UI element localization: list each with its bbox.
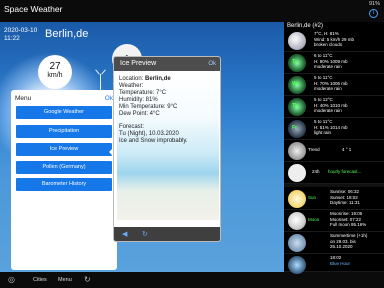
- ice-preview-ok-button[interactable]: Ok: [208, 61, 216, 67]
- light-rain-icon: [288, 120, 306, 138]
- ice-preview-content: Location: Berlin,de Weather: Temperature…: [117, 74, 219, 220]
- turbine-blade: [101, 69, 106, 75]
- title-bar: Space Weather 91% i: [0, 0, 384, 22]
- menu-item-ice-preview[interactable]: Ice Preview: [16, 143, 112, 156]
- astro-row-blue-hour[interactable]: 18:02 Blue Hour: [284, 254, 384, 274]
- app-title: Space Weather: [4, 4, 63, 14]
- location-title: Berlin,de: [45, 28, 89, 40]
- menu-ok-button[interactable]: Ok: [105, 95, 113, 102]
- menu-item-google-weather[interactable]: Google Weather: [16, 106, 112, 119]
- astro-row-sun[interactable]: Sun Sunrise: 06:32 Sunset: 18:02 Daytime…: [284, 188, 384, 210]
- forecast-row-th[interactable]: Th 5 to 12°C H: 40% 1010 mb moderate rai…: [284, 96, 384, 118]
- ice-preview-header: Ice Preview Ok: [114, 57, 220, 71]
- locations-icon[interactable]: ◎: [8, 275, 15, 284]
- moon-icon: [288, 212, 306, 230]
- menu-popover: Menu Ok Google Weather Precipitation Ice…: [11, 90, 117, 270]
- sidebar-title: Berlin,de (#2): [287, 23, 324, 29]
- menu-item-pollen[interactable]: Pollen (Germany): [16, 161, 112, 174]
- ice-preview-toolbar: ◀ ↻: [114, 227, 220, 241]
- menu-title: Menu: [15, 95, 32, 102]
- globe-icon: [288, 234, 306, 252]
- trend-icon: [288, 142, 306, 160]
- tab-menu[interactable]: Menu: [58, 277, 72, 283]
- ice-preview-title: Ice Preview: [120, 60, 157, 67]
- section-divider: [284, 184, 384, 187]
- menu-item-barometer-history[interactable]: Barometer History: [16, 178, 112, 191]
- ice-preview-text: Location: Berlin,de Weather: Temperature…: [119, 76, 188, 144]
- astro-row-moon[interactable]: Moon Moonrise: 19:05 Moonset: 07:22 Full…: [284, 210, 384, 232]
- wind-bubble[interactable]: 27 km/h: [38, 55, 72, 89]
- astro-row-summertime[interactable]: Summertime (+1h) on 29.03. bis 25.10.202…: [284, 232, 384, 254]
- forecast-row-we[interactable]: We 5 to 11°C H: 70% 1006 mb moderate rai…: [284, 74, 384, 96]
- wind-unit: km/h: [47, 72, 63, 79]
- bottom-tab-bar: ◎ Cities Menu ↻: [0, 272, 384, 288]
- date-time: 2020-03-10 11:22: [4, 27, 38, 42]
- cloud-icon: [288, 32, 306, 50]
- forecast-row-trend[interactable]: Trend 4 ° 1: [284, 140, 384, 162]
- trend-value: 4 ° 1: [342, 147, 352, 152]
- ice-preview-popover: Ice Preview Ok Location: Berlin,de Weath…: [113, 56, 221, 242]
- status-indicator: 91%: [368, 1, 380, 7]
- refresh-icon[interactable]: ↻: [84, 275, 91, 284]
- menu-item-precipitation[interactable]: Precipitation: [16, 125, 112, 138]
- forecast-sidebar: Berlin,de (#2) 7°C, H: 81% Wind: 5 km/h …: [284, 22, 384, 274]
- back-icon[interactable]: ◀: [122, 230, 127, 238]
- sun-icon: [288, 190, 306, 208]
- forecast-row-tu[interactable]: Tu 6 to 11°C H: 80% 1009 mb moderate rai…: [284, 52, 384, 74]
- wind-value: 27: [49, 61, 61, 72]
- refresh-icon[interactable]: ↻: [142, 230, 148, 238]
- menu-header: Menu Ok: [11, 90, 117, 102]
- blue-hour-icon: [288, 256, 306, 274]
- tab-cities[interactable]: Cities: [33, 277, 47, 283]
- forecast-row-hourly[interactable]: 24h hourly forecast...: [284, 162, 384, 184]
- forecast-row-fr[interactable]: Fr 5 to 11°C H: 51% 1014 mb light rain: [284, 118, 384, 140]
- clock-icon: [288, 164, 306, 182]
- info-icon[interactable]: i: [369, 9, 378, 18]
- forecast-row-now[interactable]: 7°C, H: 81% Wind: 5 km/h 29 mb broken cl…: [284, 30, 384, 52]
